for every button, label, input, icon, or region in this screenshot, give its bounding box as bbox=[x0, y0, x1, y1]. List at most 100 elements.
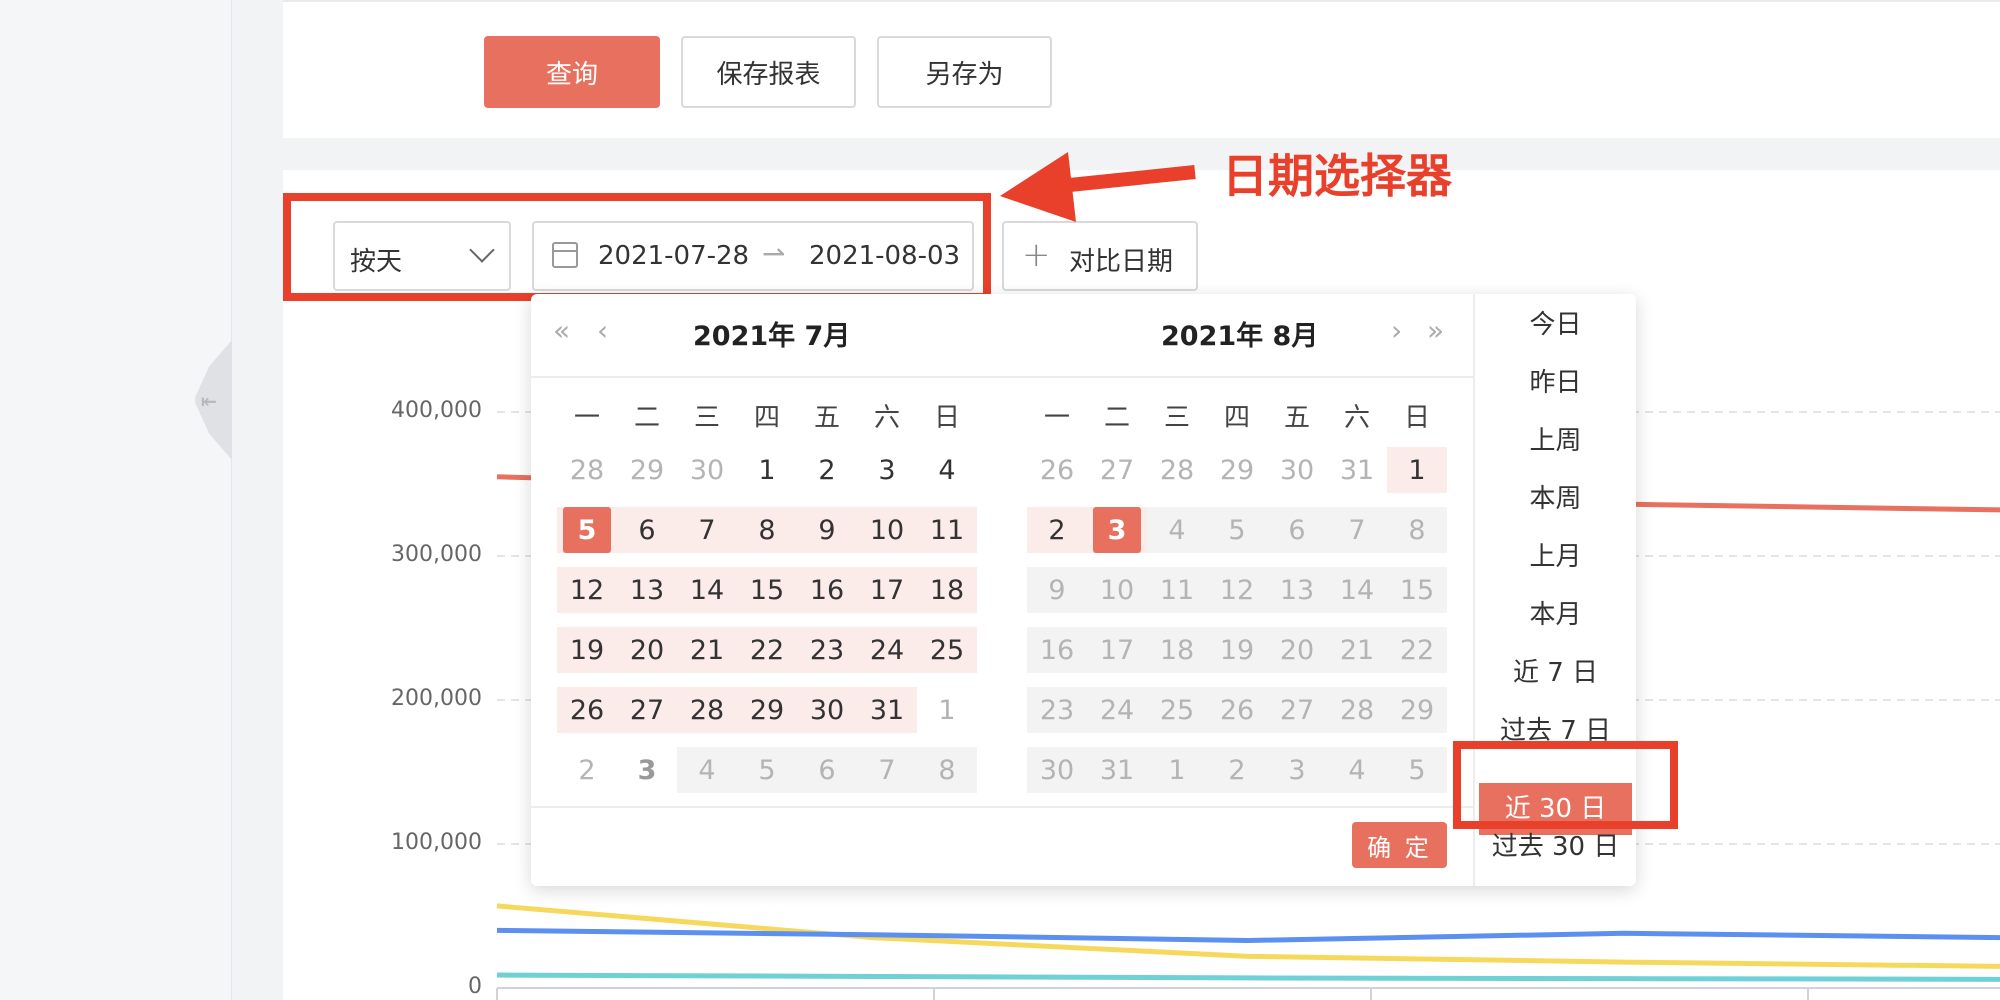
confirm-button[interactable]: 确 定 bbox=[1352, 822, 1447, 868]
day-cell[interactable]: 21 bbox=[677, 627, 737, 673]
day-cell[interactable]: 13 bbox=[1267, 567, 1327, 613]
preset-option[interactable]: 本月 bbox=[1475, 594, 1636, 631]
day-cell[interactable]: 27 bbox=[1087, 447, 1147, 493]
day-cell[interactable]: 11 bbox=[1147, 567, 1207, 613]
day-cell[interactable]: 28 bbox=[1327, 687, 1387, 733]
day-cell[interactable]: 31 bbox=[1087, 747, 1147, 793]
day-cell[interactable]: 22 bbox=[737, 627, 797, 673]
day-cell[interactable]: 14 bbox=[677, 567, 737, 613]
day-cell[interactable]: 30 bbox=[677, 447, 737, 493]
day-cell[interactable]: 3 bbox=[1267, 747, 1327, 793]
day-cell[interactable]: 1 bbox=[737, 447, 797, 493]
day-cell[interactable]: 5 bbox=[1207, 507, 1267, 553]
day-cell[interactable]: 27 bbox=[1267, 687, 1327, 733]
day-cell[interactable]: 12 bbox=[557, 567, 617, 613]
day-cell[interactable]: 23 bbox=[1027, 687, 1087, 733]
preset-option[interactable]: 今日 bbox=[1475, 304, 1636, 341]
day-cell[interactable]: 28 bbox=[557, 447, 617, 493]
day-cell[interactable]: 5 bbox=[557, 507, 617, 553]
day-cell[interactable]: 29 bbox=[1207, 447, 1267, 493]
day-cell[interactable]: 29 bbox=[737, 687, 797, 733]
day-cell[interactable]: 19 bbox=[1207, 627, 1267, 673]
day-cell[interactable]: 17 bbox=[857, 567, 917, 613]
preset-option[interactable]: 近 7 日 bbox=[1475, 652, 1636, 689]
day-cell[interactable]: 4 bbox=[917, 447, 977, 493]
day-cell[interactable]: 6 bbox=[617, 507, 677, 553]
day-cell[interactable]: 22 bbox=[1387, 627, 1447, 673]
preset-option[interactable]: 上月 bbox=[1475, 536, 1636, 573]
day-cell[interactable]: 8 bbox=[737, 507, 797, 553]
next-year-icon[interactable]: » bbox=[1427, 314, 1444, 347]
day-cell[interactable]: 15 bbox=[1387, 567, 1447, 613]
day-cell[interactable]: 25 bbox=[917, 627, 977, 673]
day-cell[interactable]: 4 bbox=[1147, 507, 1207, 553]
day-cell[interactable]: 2 bbox=[1027, 507, 1087, 553]
day-cell[interactable]: 1 bbox=[917, 687, 977, 733]
day-cell[interactable]: 24 bbox=[857, 627, 917, 673]
day-cell[interactable]: 3 bbox=[857, 447, 917, 493]
day-cell[interactable]: 1 bbox=[1387, 447, 1447, 493]
day-cell[interactable]: 29 bbox=[1387, 687, 1447, 733]
preset-option[interactable]: 上周 bbox=[1475, 420, 1636, 457]
day-cell[interactable]: 6 bbox=[1267, 507, 1327, 553]
prev-year-icon[interactable]: « bbox=[553, 314, 570, 347]
day-cell[interactable]: 8 bbox=[917, 747, 977, 793]
day-cell[interactable]: 30 bbox=[1027, 747, 1087, 793]
day-cell[interactable]: 11 bbox=[917, 507, 977, 553]
weekday-header: 一二三四五六日 bbox=[557, 390, 977, 440]
day-cell[interactable]: 16 bbox=[797, 567, 857, 613]
day-cell[interactable]: 2 bbox=[1207, 747, 1267, 793]
day-cell[interactable]: 4 bbox=[1327, 747, 1387, 793]
day-cell[interactable]: 6 bbox=[797, 747, 857, 793]
day-cell[interactable]: 26 bbox=[557, 687, 617, 733]
day-cell[interactable]: 29 bbox=[617, 447, 677, 493]
day-cell[interactable]: 5 bbox=[737, 747, 797, 793]
day-cell[interactable]: 30 bbox=[797, 687, 857, 733]
day-cell[interactable]: 24 bbox=[1087, 687, 1147, 733]
day-cell[interactable]: 3 bbox=[617, 747, 677, 793]
day-cell[interactable]: 14 bbox=[1327, 567, 1387, 613]
compare-date-button[interactable]: + 对比日期 bbox=[1002, 221, 1198, 291]
day-cell[interactable]: 7 bbox=[857, 747, 917, 793]
day-cell[interactable]: 17 bbox=[1087, 627, 1147, 673]
day-cell[interactable]: 13 bbox=[617, 567, 677, 613]
weekday-label: 一 bbox=[573, 402, 600, 433]
day-cell[interactable]: 23 bbox=[797, 627, 857, 673]
day-cell[interactable]: 8 bbox=[1387, 507, 1447, 553]
day-cell[interactable]: 10 bbox=[1087, 567, 1147, 613]
day-cell[interactable]: 31 bbox=[857, 687, 917, 733]
day-cell[interactable]: 26 bbox=[1207, 687, 1267, 733]
day-cell[interactable]: 9 bbox=[797, 507, 857, 553]
day-cell[interactable]: 4 bbox=[677, 747, 737, 793]
day-cell[interactable]: 20 bbox=[1267, 627, 1327, 673]
day-cell[interactable]: 18 bbox=[1147, 627, 1207, 673]
day-cell[interactable]: 26 bbox=[1027, 447, 1087, 493]
preset-option[interactable]: 昨日 bbox=[1475, 362, 1636, 399]
day-cell[interactable]: 7 bbox=[1327, 507, 1387, 553]
day-cell[interactable]: 7 bbox=[677, 507, 737, 553]
day-cell[interactable]: 9 bbox=[1027, 567, 1087, 613]
day-cell[interactable]: 27 bbox=[617, 687, 677, 733]
day-cell[interactable]: 10 bbox=[857, 507, 917, 553]
day-cell[interactable]: 20 bbox=[617, 627, 677, 673]
day-cell[interactable]: 12 bbox=[1207, 567, 1267, 613]
day-cell[interactable]: 2 bbox=[797, 447, 857, 493]
day-cell[interactable]: 18 bbox=[917, 567, 977, 613]
day-cell[interactable]: 28 bbox=[677, 687, 737, 733]
day-cell[interactable]: 19 bbox=[557, 627, 617, 673]
day-cell[interactable]: 5 bbox=[1387, 747, 1447, 793]
next-month-icon[interactable]: › bbox=[1391, 314, 1402, 347]
day-cell[interactable]: 28 bbox=[1147, 447, 1207, 493]
preset-option[interactable]: 过去 30 日 bbox=[1475, 826, 1636, 863]
day-cell[interactable]: 2 bbox=[557, 747, 617, 793]
day-cell[interactable]: 21 bbox=[1327, 627, 1387, 673]
day-cell[interactable]: 16 bbox=[1027, 627, 1087, 673]
prev-month-icon[interactable]: ‹ bbox=[597, 314, 608, 347]
day-cell[interactable]: 31 bbox=[1327, 447, 1387, 493]
day-cell[interactable]: 30 bbox=[1267, 447, 1327, 493]
preset-option[interactable]: 本周 bbox=[1475, 478, 1636, 515]
day-cell[interactable]: 3 bbox=[1087, 507, 1147, 553]
day-cell[interactable]: 25 bbox=[1147, 687, 1207, 733]
day-cell[interactable]: 1 bbox=[1147, 747, 1207, 793]
day-cell[interactable]: 15 bbox=[737, 567, 797, 613]
